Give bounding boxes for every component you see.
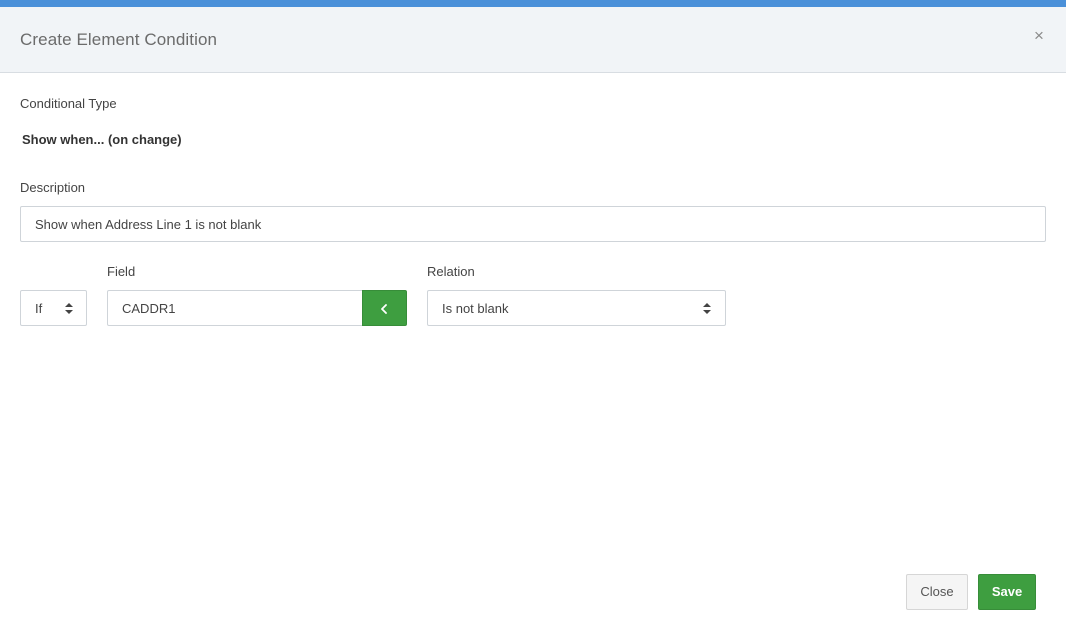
- top-accent-bar: [0, 0, 1066, 7]
- save-button[interactable]: Save: [978, 574, 1036, 610]
- field-picker-button[interactable]: [362, 290, 407, 326]
- relation-select-value: Is not blank: [442, 301, 509, 316]
- modal-header: Create Element Condition ×: [0, 7, 1066, 73]
- modal-title: Create Element Condition: [20, 30, 218, 49]
- relation-select[interactable]: Is not blank: [427, 290, 726, 326]
- field-input[interactable]: [107, 290, 363, 326]
- conditional-type-label: Conditional Type: [20, 96, 117, 111]
- conditional-type-value: Show when... (on change): [22, 132, 182, 147]
- close-button[interactable]: Close: [906, 574, 968, 610]
- operator-select-value: If: [35, 301, 43, 316]
- close-icon[interactable]: ×: [1032, 27, 1046, 45]
- description-input[interactable]: [20, 206, 1046, 242]
- description-label: Description: [20, 180, 86, 195]
- field-label: Field: [107, 264, 136, 279]
- chevron-left-icon: [381, 304, 387, 314]
- sort-arrows-icon: [65, 303, 73, 314]
- sort-arrows-icon: [703, 303, 711, 314]
- relation-label: Relation: [427, 264, 475, 279]
- operator-select[interactable]: If: [20, 290, 87, 326]
